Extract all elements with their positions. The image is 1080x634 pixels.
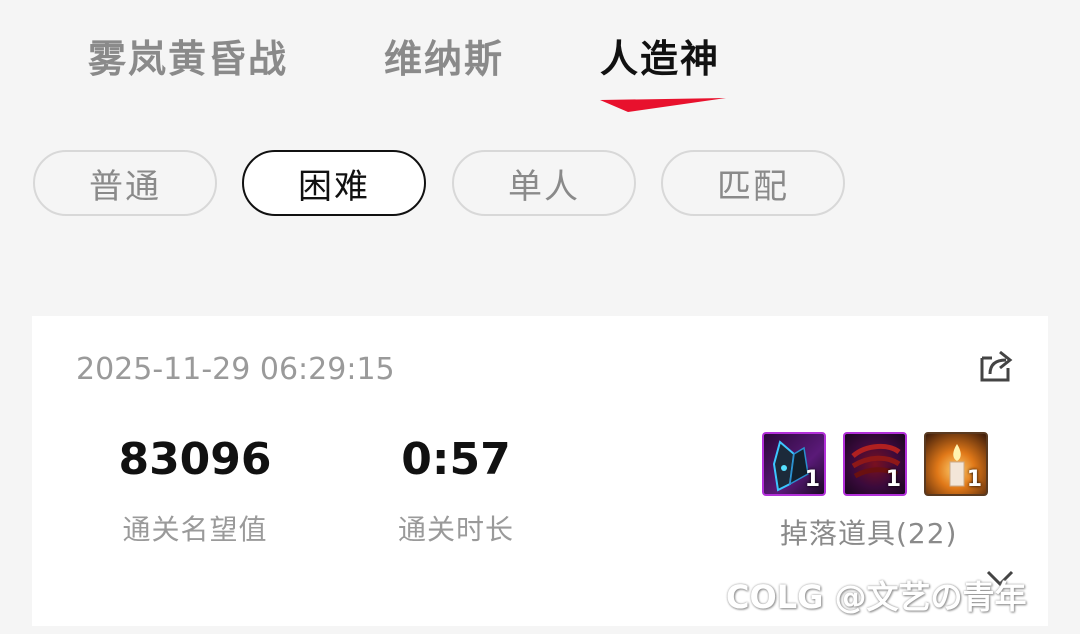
tab-venus[interactable]: 维纳斯 <box>384 28 504 83</box>
tab-artificial-god[interactable]: 人造神 <box>600 28 720 83</box>
screen: 雾岚黄昏战 维纳斯 人造神 普通 困难 单人 匹配 2025-11-29 06:… <box>0 0 1080 634</box>
duration-label: 通关时长 <box>397 513 514 546</box>
difficulty-match-chip[interactable]: 匹配 <box>661 150 845 216</box>
difficulty-normal-chip[interactable]: 普通 <box>33 150 217 216</box>
reputation-stat: 83096 通关名望值 <box>100 432 290 548</box>
reputation-value: 83096 <box>118 434 272 485</box>
difficulty-solo-chip[interactable]: 单人 <box>452 150 636 216</box>
watermark: COLG @文艺の青年 <box>726 578 1027 616</box>
red-claw-item-icon[interactable]: 1 <box>843 432 907 496</box>
duration-value: 0:57 <box>401 434 511 485</box>
duration-stat: 0:57 通关时长 <box>366 432 546 548</box>
active-tab-indicator <box>600 98 726 112</box>
item-count: 1 <box>804 467 820 492</box>
difficulty-hard-chip[interactable]: 困难 <box>242 150 426 216</box>
item-count: 1 <box>885 467 901 492</box>
share-icon[interactable] <box>978 348 1014 384</box>
reputation-label: 通关名望值 <box>122 513 268 546</box>
record-timestamp: 2025-11-29 06:29:15 <box>76 352 395 387</box>
item-count: 1 <box>966 467 982 492</box>
raid-tab-bar: 雾岚黄昏战 维纳斯 人造神 <box>0 20 1080 120</box>
tab-mist-twilight[interactable]: 雾岚黄昏战 <box>88 28 288 83</box>
candle-item-icon[interactable]: 1 <box>924 432 988 496</box>
dark-armor-item-icon[interactable]: 1 <box>762 432 826 496</box>
drops-label[interactable]: 掉落道具(22) <box>780 512 957 552</box>
